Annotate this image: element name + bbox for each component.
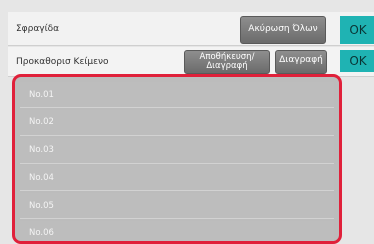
list-item-label: No.01 [29, 89, 54, 100]
list-item[interactable]: No.03 [20, 137, 334, 164]
save-delete-button[interactable]: Αποθήκευση/ Διαγραφή [184, 50, 270, 74]
stamp-title: Σφραγίδα [16, 23, 60, 34]
preset-text-title: Προκαθορισ Κείμενο [16, 56, 109, 67]
delete-button[interactable]: Διαγραφή [275, 50, 327, 74]
list-item[interactable]: No.05 [20, 193, 334, 220]
list-item[interactable]: No.01 [20, 82, 334, 108]
list-item-label: No.04 [29, 172, 54, 183]
list-item[interactable]: No.02 [20, 109, 334, 136]
list-item[interactable]: No.04 [20, 165, 334, 192]
list-item[interactable]: No.06 [20, 220, 334, 241]
list-item-label: No.05 [29, 200, 54, 211]
cancel-all-button[interactable]: Ακύρωση Όλων [240, 16, 326, 44]
ok-button-preset[interactable]: OK [340, 50, 374, 72]
ok-button-top[interactable]: OK [340, 16, 374, 44]
list-item-label: No.02 [29, 117, 54, 128]
preset-list: No.01 No.02 No.03 No.04 No.05 No.06 [20, 82, 334, 241]
list-item-label: No.03 [29, 145, 54, 156]
stamp-settings-screen: Σφραγίδα Ακύρωση Όλων OK Προκαθορισ Κείμ… [0, 0, 374, 244]
list-item-label: No.06 [29, 228, 54, 239]
preset-list-panel: No.01 No.02 No.03 No.04 No.05 No.06 [12, 74, 342, 244]
